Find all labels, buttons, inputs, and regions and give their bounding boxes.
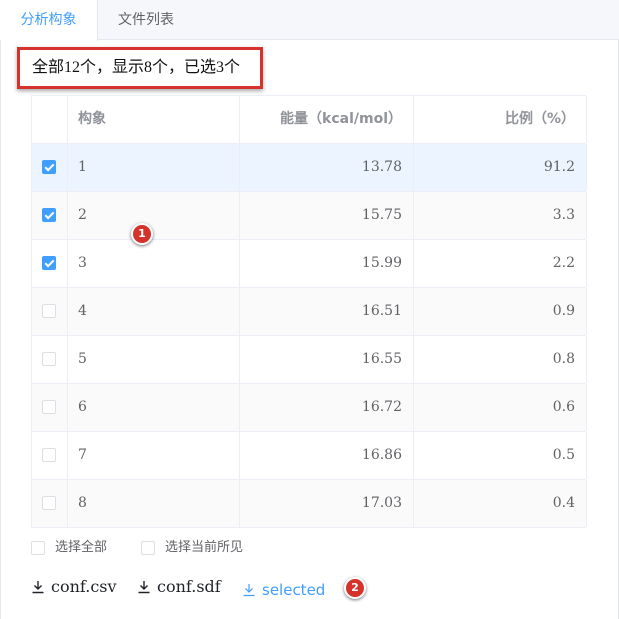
energy-cell: 15.99: [240, 240, 414, 287]
table-row[interactable]: 4 16.51 0.9: [32, 288, 587, 336]
conformer-id-cell: 5: [68, 336, 240, 383]
energy-cell: 13.78: [240, 144, 414, 191]
download-icon: [138, 581, 150, 594]
column-header-energy[interactable]: 能量（kcal/mol）: [240, 96, 414, 143]
panel-border-left: [0, 40, 1, 619]
select-current-label: 选择当前所见: [165, 540, 244, 555]
table-row[interactable]: 8 17.03 0.4: [32, 480, 587, 528]
download-selected-label: selected: [262, 581, 326, 599]
row-checkbox-cell: [32, 288, 68, 335]
download-icon: [243, 584, 255, 597]
row-checkbox-cell: [32, 240, 68, 287]
energy-cell: 15.75: [240, 192, 414, 239]
row-checkbox[interactable]: [42, 400, 56, 414]
download-icon: [32, 581, 44, 594]
ratio-cell: 0.6: [414, 384, 587, 431]
table-header-row: 构象 能量（kcal/mol） 比例（%）: [32, 96, 587, 144]
row-checkbox-cell: [32, 384, 68, 431]
row-checkbox-cell: [32, 144, 68, 191]
row-checkbox-cell: [32, 432, 68, 479]
download-sdf-label: conf.sdf: [157, 577, 221, 596]
tab-analyze-conformers[interactable]: 分析构象: [0, 0, 98, 41]
download-csv-link[interactable]: conf.csv: [31, 576, 126, 598]
selection-summary: 全部12个，显示8个，已选3个: [17, 47, 263, 89]
ratio-cell: 2.2: [414, 240, 587, 287]
conformer-id-cell: 3: [68, 240, 240, 287]
table-row[interactable]: 3 15.99 2.2: [32, 240, 587, 288]
row-checkbox[interactable]: [42, 256, 56, 270]
column-header-ratio[interactable]: 比例（%）: [414, 96, 587, 143]
row-checkbox-cell: [32, 336, 68, 383]
column-header-conformer[interactable]: 构象: [68, 96, 240, 143]
annotation-badge-1: 1: [131, 223, 153, 245]
table-row[interactable]: 1 13.78 91.2: [32, 144, 587, 192]
ratio-cell: 3.3: [414, 192, 587, 239]
energy-cell: 17.03: [240, 480, 414, 527]
select-current-checkbox[interactable]: 选择当前所见: [141, 540, 271, 556]
row-checkbox-cell: [32, 192, 68, 239]
header-checkbox-cell: [32, 96, 68, 143]
download-selected-link[interactable]: selected: [242, 579, 342, 601]
annotation-badge-2: 2: [344, 577, 366, 599]
ratio-cell: 0.5: [414, 432, 587, 479]
conformer-id-cell: 1: [68, 144, 240, 191]
ratio-cell: 0.9: [414, 288, 587, 335]
energy-cell: 16.72: [240, 384, 414, 431]
checkbox-icon: [141, 541, 155, 555]
conformer-id-cell: 8: [68, 480, 240, 527]
row-checkbox[interactable]: [42, 496, 56, 510]
ratio-cell: 0.4: [414, 480, 587, 527]
row-checkbox-cell: [32, 480, 68, 527]
table-row[interactable]: 6 16.72 0.6: [32, 384, 587, 432]
conformer-id-cell: 4: [68, 288, 240, 335]
row-checkbox[interactable]: [42, 208, 56, 222]
table-row[interactable]: 5 16.55 0.8: [32, 336, 587, 384]
table-body: 1 13.78 91.2 2 15.75 3.3 3 15.99 2.2 4 16.51 0.9 5 16…: [32, 144, 587, 528]
tab-file-list[interactable]: 文件列表: [98, 0, 194, 40]
conformer-id-cell: 6: [68, 384, 240, 431]
conformer-table: 构象 能量（kcal/mol） 比例（%） 1 13.78 91.2 2 15.75 3.…: [31, 95, 587, 528]
checkbox-icon: [31, 541, 45, 555]
row-checkbox[interactable]: [42, 448, 56, 462]
conformer-id-cell: 7: [68, 432, 240, 479]
energy-cell: 16.55: [240, 336, 414, 383]
row-checkbox[interactable]: [42, 304, 56, 318]
table-row[interactable]: 7 16.86 0.5: [32, 432, 587, 480]
download-csv-label: conf.csv: [51, 577, 117, 596]
energy-cell: 16.51: [240, 288, 414, 335]
table-row[interactable]: 2 15.75 3.3: [32, 192, 587, 240]
row-checkbox[interactable]: [42, 160, 56, 174]
conformer-id-cell: 2: [68, 192, 240, 239]
tab-bar: 分析构象 文件列表: [0, 0, 619, 41]
ratio-cell: 91.2: [414, 144, 587, 191]
select-all-label: 选择全部: [55, 540, 108, 555]
select-all-checkbox[interactable]: 选择全部: [31, 540, 131, 556]
row-checkbox[interactable]: [42, 352, 56, 366]
ratio-cell: 0.8: [414, 336, 587, 383]
energy-cell: 16.86: [240, 432, 414, 479]
download-sdf-link[interactable]: conf.sdf: [137, 576, 232, 598]
